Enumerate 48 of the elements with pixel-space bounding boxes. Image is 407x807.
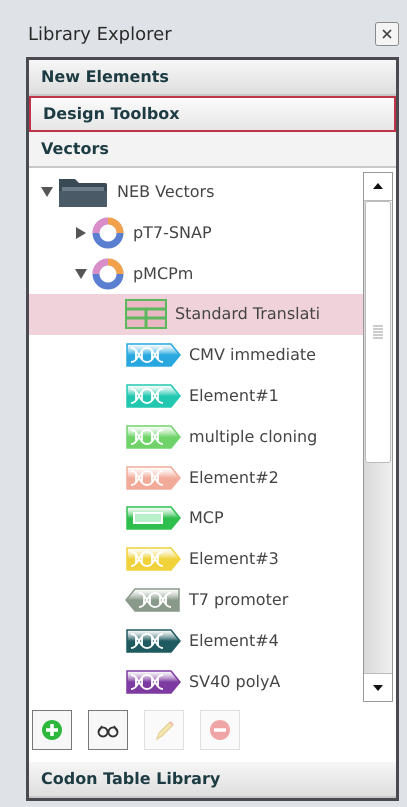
tree-row[interactable]: MCP xyxy=(29,498,363,539)
expanded-triangle-icon xyxy=(74,268,88,280)
table-icon xyxy=(125,299,167,330)
tree-row[interactable]: Element#4 xyxy=(29,620,363,662)
tree-item-label: pMCPm xyxy=(133,262,194,285)
add-button[interactable] xyxy=(32,710,72,750)
tree-item-label: T7 promoter xyxy=(189,589,288,611)
view-button[interactable] xyxy=(88,710,128,750)
tree-row[interactable]: CMV immediate xyxy=(29,334,363,376)
tree-item-label: Element#4 xyxy=(189,630,279,652)
plus-icon xyxy=(41,719,63,741)
scroll-up-icon xyxy=(373,183,383,190)
section-header[interactable]: New Elements xyxy=(29,60,396,96)
tree-row[interactable]: Element#2 xyxy=(29,457,363,498)
tree-row[interactable]: pMCPm xyxy=(29,253,363,294)
tree-item-label: Element#3 xyxy=(189,548,279,570)
close-icon xyxy=(382,29,392,40)
tree-item-label: Standard Translati xyxy=(175,303,320,326)
ring-icon xyxy=(91,256,125,291)
expanded-triangle-icon xyxy=(40,186,54,198)
tree-item-label: Element#2 xyxy=(189,466,279,489)
tree-row[interactable]: Standard Translati xyxy=(29,294,363,335)
tree-item-label: NEB Vectors xyxy=(117,181,214,204)
section-header[interactable]: Codon Table Library xyxy=(29,762,396,798)
tree-item-label: MCP xyxy=(189,507,224,530)
scroll-down-icon xyxy=(373,684,383,690)
tree-row[interactable]: multiple cloning xyxy=(29,416,363,458)
tree-item-label: pT7-SNAP xyxy=(133,222,212,244)
window-title: Library Explorer xyxy=(27,22,172,47)
scrollbar[interactable] xyxy=(363,172,393,702)
tree-item-label: CMV immediate xyxy=(189,344,316,366)
grip-icon xyxy=(373,324,383,339)
tree-item-label: SV40 polyA xyxy=(189,670,280,693)
tree-row[interactable]: T7 promoter xyxy=(29,580,363,620)
tree-row[interactable]: Element#1 xyxy=(29,376,363,416)
tree-row[interactable]: NEB Vectors xyxy=(29,172,363,212)
section-header[interactable]: Design Toolbox xyxy=(29,96,396,132)
pencil-icon xyxy=(153,719,175,741)
collapsed-triangle-icon xyxy=(75,226,87,240)
ring-icon xyxy=(91,216,125,250)
tree-row[interactable]: SV40 polyA xyxy=(29,661,363,702)
minus-icon xyxy=(209,719,231,741)
tree-row[interactable]: pT7-SNAP xyxy=(29,212,363,254)
tree-row[interactable]: Element#3 xyxy=(29,538,363,580)
section-header[interactable]: Vectors xyxy=(29,132,396,168)
close-button[interactable] xyxy=(375,22,399,46)
tree-item-label: Element#1 xyxy=(189,385,279,408)
tree-item-label: multiple cloning xyxy=(189,426,318,448)
